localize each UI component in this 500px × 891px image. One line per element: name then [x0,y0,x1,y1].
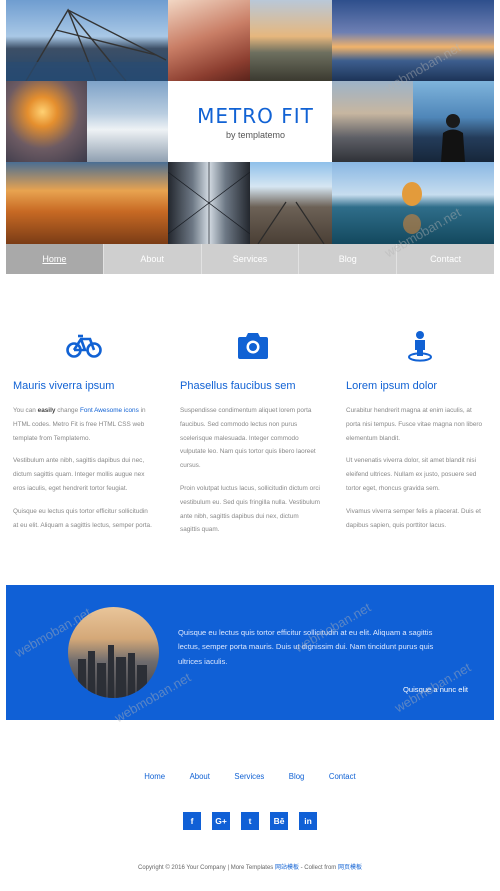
photo-mountain-sunset [250,0,332,81]
behance-icon[interactable]: Bē [270,812,288,830]
photo-beach-sunset [332,0,494,81]
nav-contact[interactable]: Contact [397,244,494,274]
feature-1-p1-pre: You can [13,407,38,414]
nav-about[interactable]: About [104,244,202,274]
nav-home[interactable]: Home [6,244,104,274]
photo-railway [250,162,332,244]
feature-2-title: Phasellus faucibus sem [180,380,296,392]
site-title[interactable]: METRO FIT [174,104,337,128]
photo-clouds-sunrise [6,162,168,244]
feature-1-p2: Vestibulum ante nibh, sagittis dapibus d… [13,457,145,492]
feature-3-p2: Ut venenatis viverra dolor, sit amet bla… [346,457,477,492]
footer-nav-services[interactable]: Services [234,772,264,781]
feature-3-p1: Curabitur hendrerit magna at enim iaculi… [346,407,483,442]
feature-1-text: You can easily change Font Awesome icons… [13,404,153,541]
city-circle-image [68,607,159,698]
feature-1-title: Mauris viverra ipsum [13,380,115,392]
photo-bridge [6,0,168,81]
nav-blog[interactable]: Blog [299,244,398,274]
feature-3-title: Lorem ipsum dolor [346,380,438,392]
feature-3-text: Curabitur hendrerit magna at enim iaculi… [346,404,486,541]
street-view-icon [408,331,432,362]
copyright-mid: - Collect from [298,865,338,871]
google-plus-icon[interactable]: G+ [212,812,230,830]
feature-1-p1-mid: change [55,407,80,414]
feature-3-p3: Vivamus viverra semper felis a placerat.… [346,507,481,529]
photo-forest-path [168,0,250,81]
footer-nav-about[interactable]: About [190,772,210,781]
footer-nav-home[interactable]: Home [144,772,165,781]
feature-1-p1-bold: easily [37,407,56,414]
footer-nav-contact[interactable]: Contact [329,772,356,781]
nav-services-label: Services [232,254,268,264]
nav-contact-label: Contact [430,254,462,264]
copyright: Copyright © 2016 Your Company | More Tem… [0,862,500,871]
photo-balloon-lake [332,162,494,244]
site-subtitle: by templatemo [225,130,286,140]
main-nav: Home About Services Blog Contact [6,244,494,274]
font-awesome-link[interactable]: Font Awesome icons [80,407,139,414]
photo-hiker [413,81,494,162]
photo-city-skyline [332,81,413,162]
feature-2-text: Suspendisse condimentum aliquet lorem po… [180,404,320,546]
feature-1-p3: Quisque eu lectus quis tortor efficitur … [13,507,152,529]
photo-sun-peak [6,81,87,162]
photo-snowy-mountains [87,81,168,162]
collect-link[interactable]: 网页模板 [338,865,362,871]
linkedin-icon[interactable]: in [299,812,317,830]
feature-2-p1: Suspendisse condimentum aliquet lorem po… [180,407,316,470]
feature-2-p2: Proin volutpat luctus lacus, sollicitudi… [180,484,320,534]
twitter-icon[interactable]: t [241,812,259,830]
testimonial-band: Quisque eu lectus quis tortor efficitur … [6,585,494,720]
brand-box: METRO FIT by templatemo [174,81,337,162]
footer-nav: Home About Services Blog Contact [0,766,500,784]
nav-home-label: Home [42,254,67,264]
social-links: f G+ t Bē in [0,812,500,830]
nav-about-label: About [140,254,164,264]
nav-services[interactable]: Services [202,244,300,274]
facebook-icon[interactable]: f [183,812,201,830]
bicycle-icon [66,334,102,358]
testimonial-author: Quisque a nunc elit [402,685,468,694]
nav-blog-label: Blog [338,254,357,264]
footer-nav-blog[interactable]: Blog [289,772,305,781]
photo-mosaic: METRO FIT by templatemo [6,0,494,244]
camera-icon [238,333,268,359]
templates-link[interactable]: 网站模板 [275,865,299,871]
photo-skyscraper [168,162,250,244]
copyright-pre: Copyright © 2016 Your Company | More Tem… [138,865,275,871]
testimonial-quote: Quisque eu lectus quis tortor efficitur … [178,628,434,666]
